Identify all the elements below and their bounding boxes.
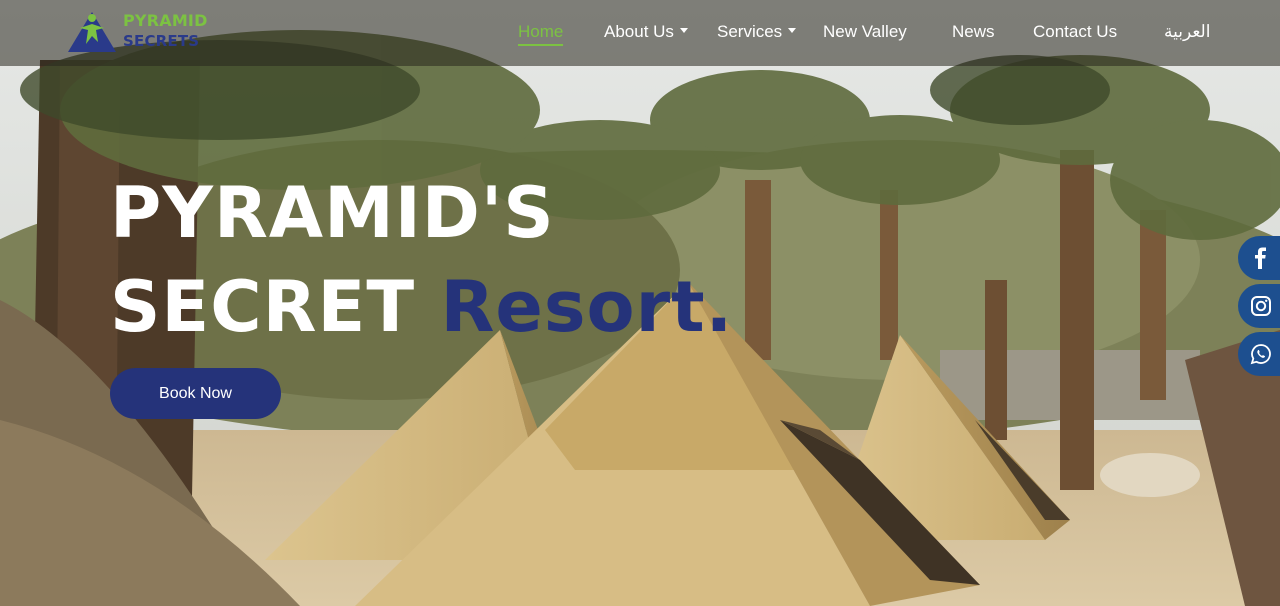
nav-item-label: New Valley xyxy=(823,22,907,41)
hero-title-accent: Resort. xyxy=(440,266,734,348)
chevron-down-icon xyxy=(679,28,688,34)
facebook-icon xyxy=(1255,247,1266,269)
whatsapp-icon xyxy=(1250,344,1271,365)
nav-item-label: العربية xyxy=(1164,22,1211,41)
social-facebook-button[interactable] xyxy=(1238,236,1280,280)
nav-item-new-valley[interactable]: New Valley xyxy=(823,22,907,42)
nav-item-news[interactable]: News xyxy=(952,22,995,42)
nav-item-services[interactable]: Services xyxy=(717,22,797,42)
hero-title: PYRAMID'S SECRET Resort. xyxy=(110,166,733,354)
nav-item-contact-us[interactable]: Contact Us xyxy=(1033,22,1117,42)
chevron-down-icon xyxy=(788,28,797,34)
nav-item-label: About Us xyxy=(604,22,674,41)
instagram-icon xyxy=(1251,296,1271,316)
nav-item-about-us[interactable]: About Us xyxy=(604,22,688,42)
hero-title-line2-part1: SECRET xyxy=(110,266,416,348)
nav-item-label: News xyxy=(952,22,995,41)
book-now-button[interactable]: Book Now xyxy=(110,368,281,419)
nav-item-label: Contact Us xyxy=(1033,22,1118,41)
main-nav: Home About Us Services New Valley News C… xyxy=(0,0,1280,66)
nav-item-label: Home xyxy=(518,22,564,41)
nav-item-label: Services xyxy=(717,22,783,41)
nav-item-home[interactable]: Home xyxy=(518,22,564,46)
nav-item-arabic-language[interactable]: العربية xyxy=(1164,22,1210,42)
site-header: PYRAMID SECRETS Home About Us Services N… xyxy=(0,0,1280,66)
social-instagram-button[interactable] xyxy=(1238,284,1280,328)
social-whatsapp-button[interactable] xyxy=(1238,332,1280,376)
hero-title-line1: PYRAMID'S xyxy=(110,172,555,254)
book-now-label: Book Now xyxy=(159,384,232,402)
